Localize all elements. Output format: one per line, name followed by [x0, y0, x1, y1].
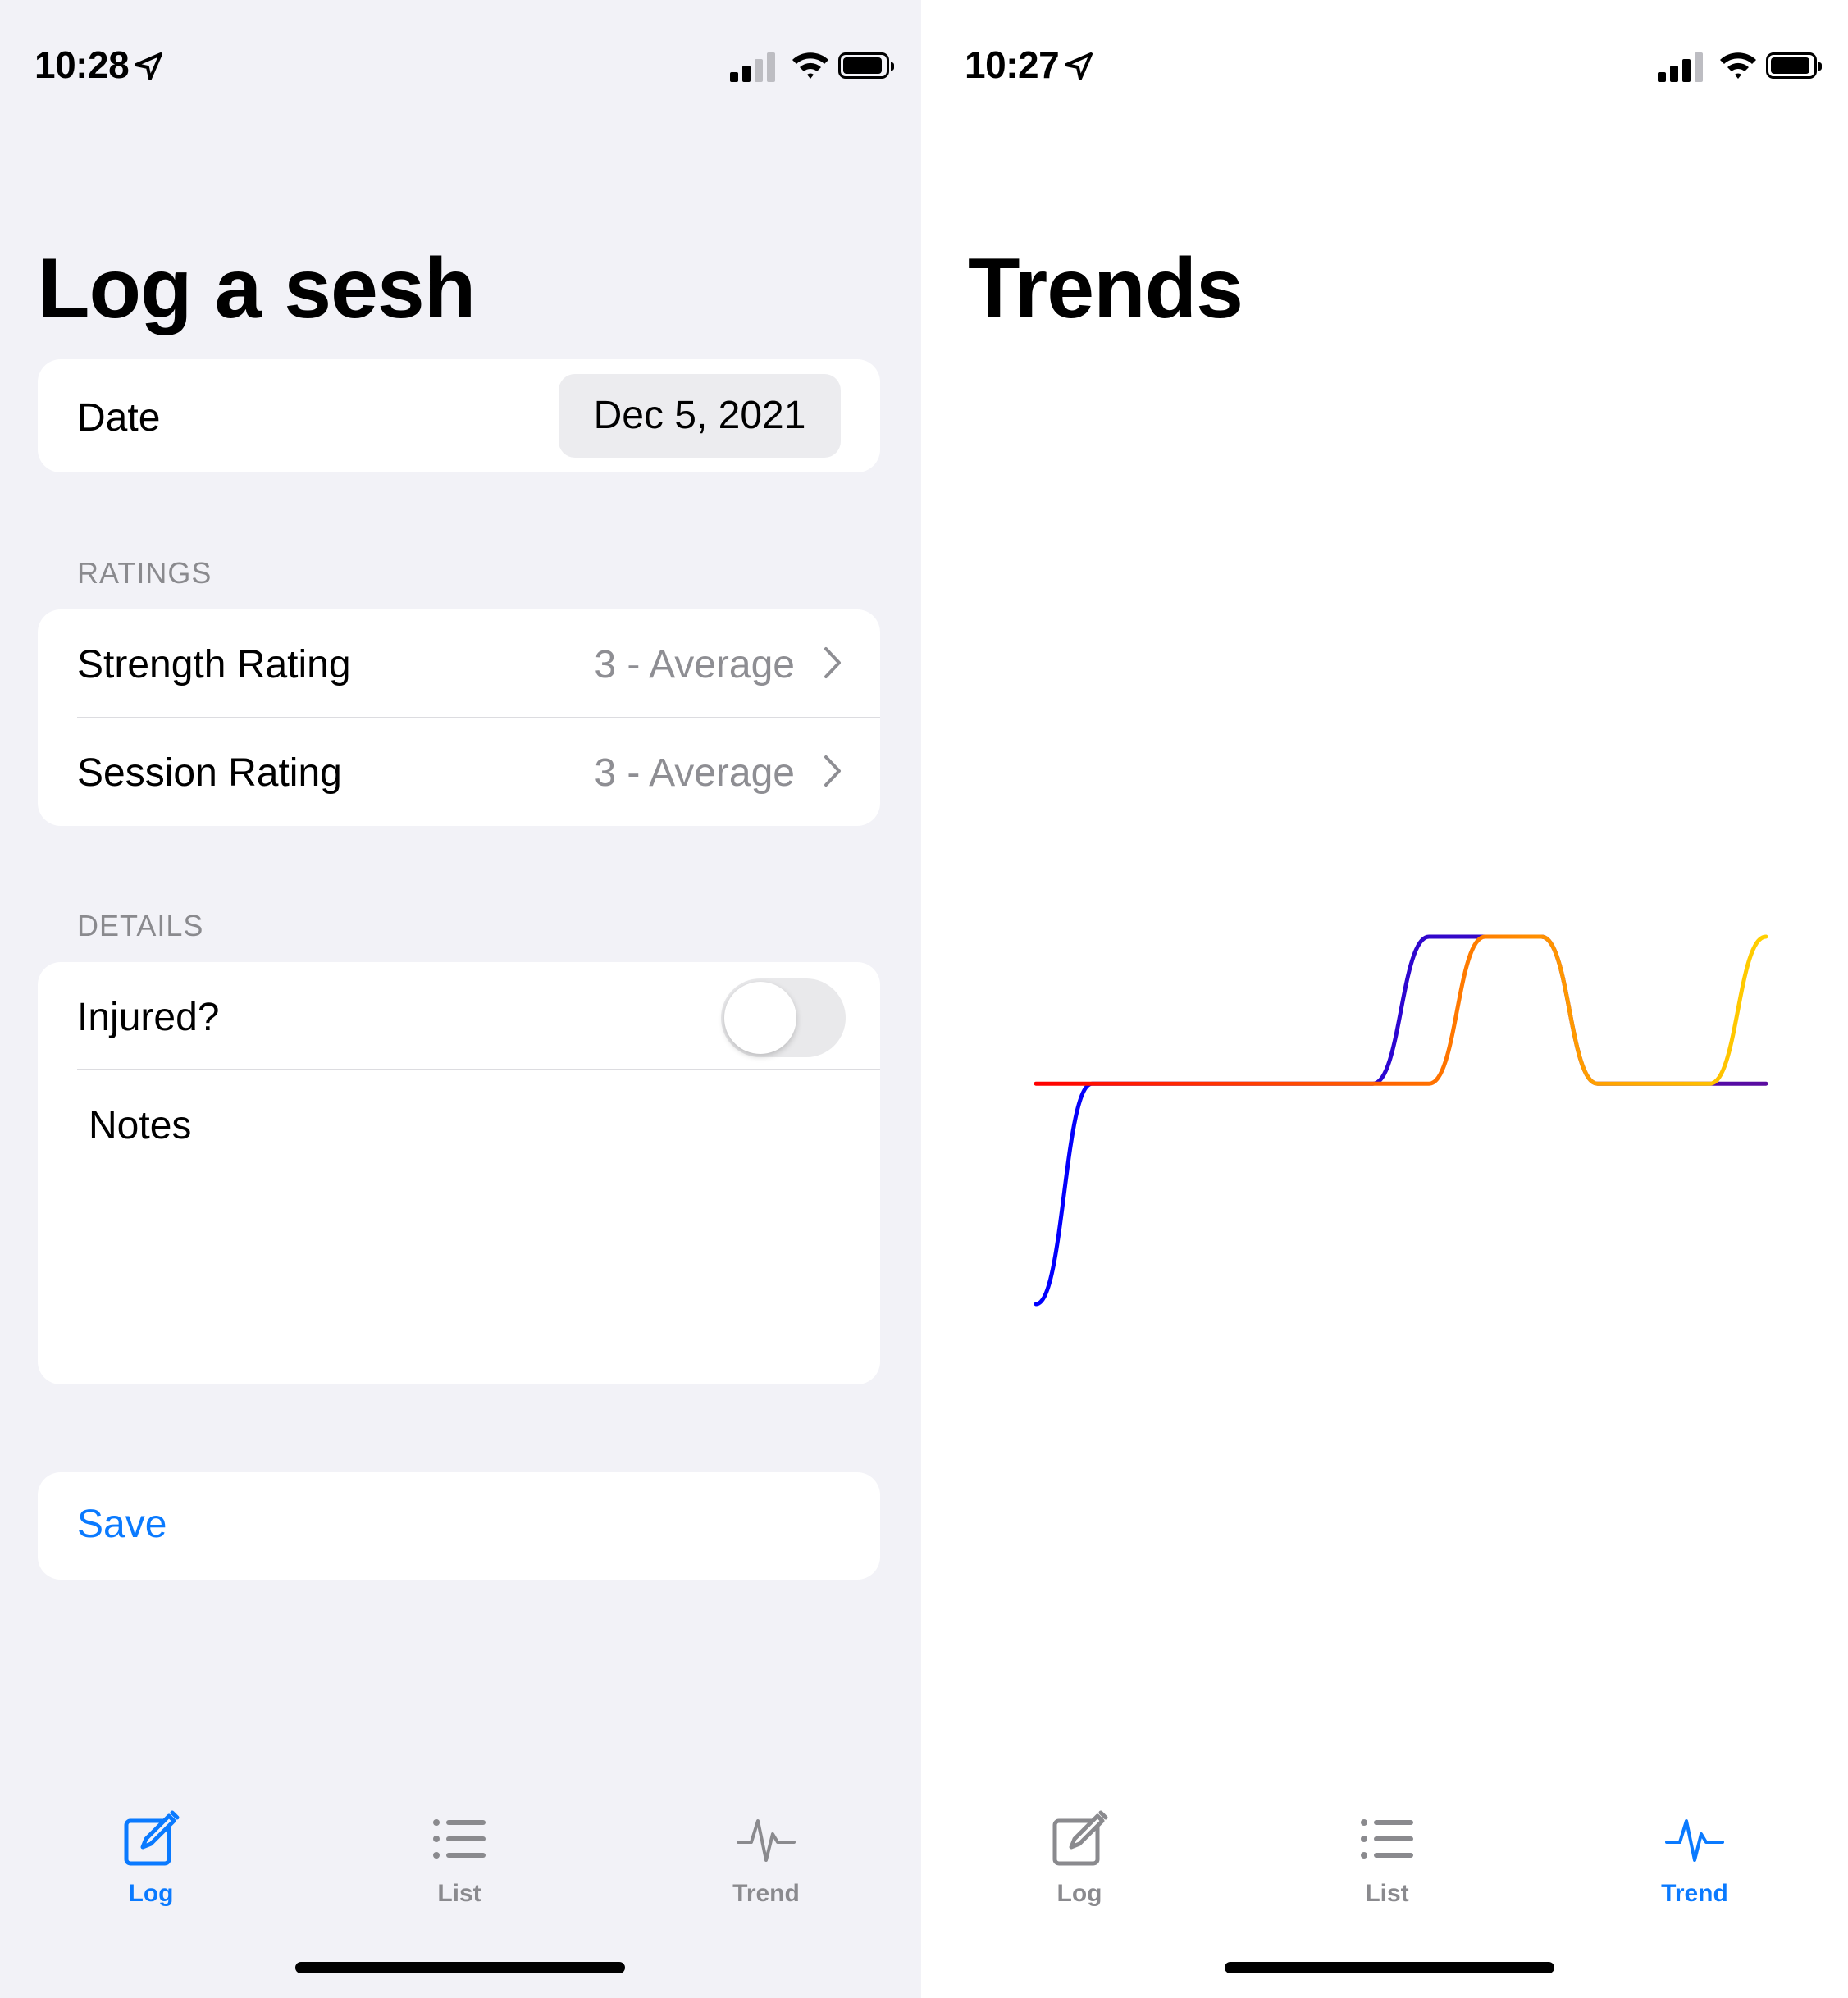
log-screen: 10:28 Log a sesh Date Dec 5, 2021 RATING… — [0, 0, 921, 1998]
tab-bar: Log List Trend — [921, 1796, 1848, 1927]
save-button[interactable]: Save — [38, 1472, 880, 1580]
home-indicator — [1225, 1962, 1554, 1973]
strength-rating-row[interactable]: Strength Rating 3 - Average — [38, 609, 880, 718]
chart-plot-area — [1034, 934, 1768, 1307]
tab-bar: Log List Trend — [0, 1796, 921, 1927]
tab-list-label: List — [437, 1880, 481, 1907]
injured-row: Injured? — [38, 962, 880, 1069]
home-indicator — [295, 1962, 625, 1973]
status-time-text: 10:28 — [34, 43, 130, 86]
tab-trend-label: Trend — [732, 1880, 800, 1907]
details-card: Injured? Notes — [38, 962, 880, 1384]
status-time: 10:28 — [34, 43, 163, 90]
tab-log-label: Log — [1056, 1880, 1102, 1907]
toggle-knob — [724, 982, 796, 1054]
injured-label: Injured? — [77, 996, 220, 1039]
date-card: Date Dec 5, 2021 — [38, 359, 880, 472]
strength-rating-label: Strength Rating — [77, 643, 351, 687]
waveform-path-ecg-icon — [737, 1819, 796, 1862]
strength-rating-value: 3 - Average — [594, 643, 795, 687]
ratings-card: Strength Rating 3 - Average Session Rati… — [38, 609, 880, 826]
waveform-path-ecg-icon — [1665, 1819, 1724, 1862]
wifi-icon — [791, 49, 830, 86]
date-picker-button[interactable]: Dec 5, 2021 — [559, 374, 841, 458]
battery-icon — [838, 52, 894, 79]
tab-list-label: List — [1365, 1880, 1409, 1907]
notes-field[interactable]: Notes — [38, 1070, 880, 1384]
trends-screen: 10:27 Trends Log List Trend — [921, 0, 1848, 1998]
chevron-right-icon — [823, 645, 842, 684]
list-bullet-icon — [1361, 1819, 1413, 1859]
tab-log[interactable]: Log — [997, 1796, 1161, 1927]
status-indicators — [730, 49, 894, 82]
injured-toggle[interactable] — [721, 978, 846, 1057]
tab-list[interactable]: List — [1305, 1796, 1469, 1927]
tab-log[interactable]: Log — [69, 1796, 233, 1927]
session-rating-label: Session Rating — [77, 751, 342, 795]
chevron-right-icon — [823, 754, 842, 792]
tab-trend[interactable]: Trend — [1613, 1796, 1777, 1927]
tab-trend-label: Trend — [1661, 1880, 1728, 1907]
date-label: Date — [77, 396, 161, 440]
session-rating-row[interactable]: Session Rating 3 - Average — [38, 718, 880, 826]
trend-chart — [1034, 934, 1768, 1307]
details-section-header: DETAILS — [77, 909, 204, 942]
notes-placeholder: Notes — [89, 1104, 192, 1147]
trend-series-line-1 — [1034, 934, 1768, 1307]
save-label: Save — [77, 1503, 167, 1546]
session-rating-value: 3 - Average — [594, 751, 795, 795]
square-and-pencil-icon — [124, 1810, 180, 1866]
tab-trend[interactable]: Trend — [684, 1796, 848, 1927]
ratings-section-header: RATINGS — [77, 556, 212, 590]
tab-log-label: Log — [128, 1880, 174, 1907]
list-bullet-icon — [433, 1819, 486, 1859]
square-and-pencil-icon — [1052, 1810, 1108, 1866]
tab-list[interactable]: List — [377, 1796, 541, 1927]
location-arrow-icon — [134, 46, 163, 90]
cellular-signal-icon — [730, 49, 776, 82]
page-title: Log a sesh — [38, 241, 476, 336]
